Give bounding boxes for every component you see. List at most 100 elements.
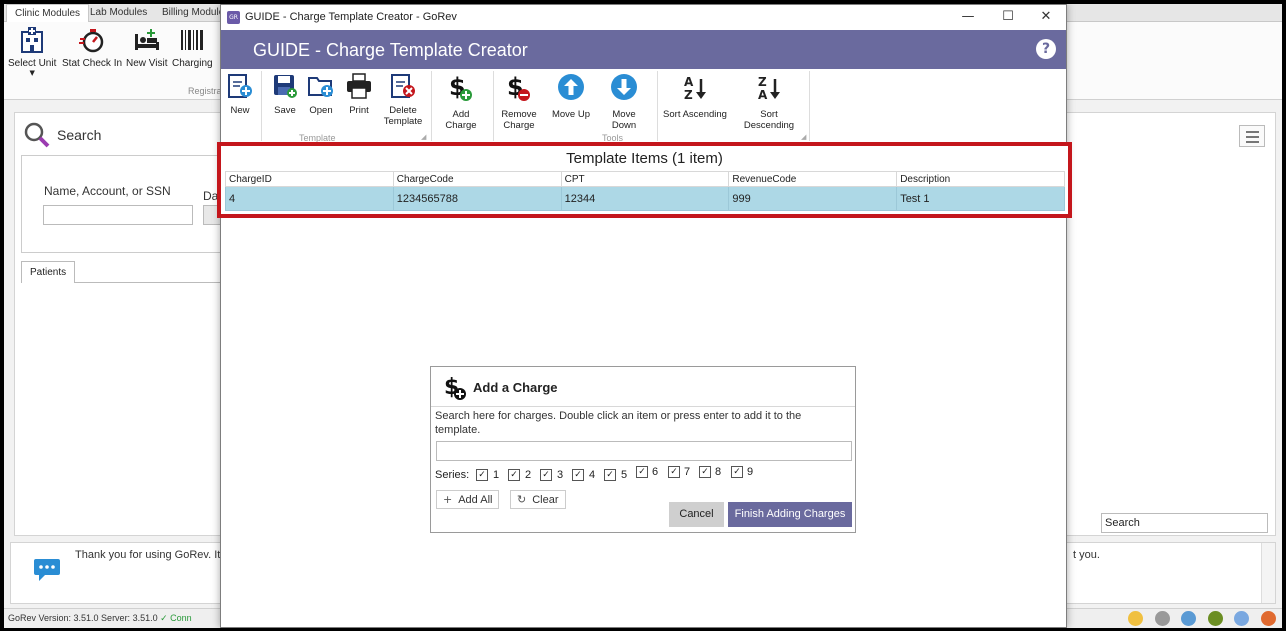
tools-group-launcher-icon[interactable]: ◢ bbox=[801, 133, 806, 141]
patient-search-box: Name, Account, or SSN bbox=[21, 155, 241, 253]
column-header-chargecode[interactable]: ChargeCode bbox=[392, 171, 562, 187]
help-icon[interactable] bbox=[1181, 611, 1197, 626]
remove-charge-button[interactable]: $ Remove Charge bbox=[501, 73, 537, 131]
name-account-ssn-input[interactable] bbox=[43, 205, 193, 225]
hospital-icon bbox=[21, 27, 44, 53]
series-checkbox-4[interactable]: ✓ bbox=[572, 469, 584, 481]
column-header-revenuecode[interactable]: RevenueCode bbox=[728, 171, 898, 187]
sort-ascending-label: Sort Ascending bbox=[663, 109, 727, 120]
right-search-input[interactable] bbox=[1101, 513, 1268, 533]
series-checkbox-3-label: 3 bbox=[557, 469, 564, 481]
minimize-button[interactable]: — bbox=[948, 5, 988, 30]
move-up-label: Move Up bbox=[551, 109, 590, 120]
series-checkbox-6-label: 6 bbox=[652, 466, 659, 478]
svg-text:Z: Z bbox=[758, 75, 767, 89]
series-checkbox-3[interactable]: ✓ bbox=[540, 469, 552, 481]
gear-icon[interactable] bbox=[1154, 611, 1170, 626]
print-button[interactable]: Print bbox=[345, 73, 373, 116]
menu-icon[interactable] bbox=[1239, 125, 1265, 147]
arrow-down-icon bbox=[611, 74, 637, 100]
svg-text:A: A bbox=[758, 88, 768, 102]
select-unit-button[interactable]: Select Unit ▼ bbox=[8, 26, 56, 77]
sort-ascending-icon: AZ bbox=[684, 75, 706, 102]
toolbar-separator bbox=[493, 71, 494, 141]
charge-search-input[interactable] bbox=[436, 441, 852, 461]
arrow-up-icon bbox=[558, 74, 584, 100]
dollar-remove-icon: $ bbox=[507, 73, 530, 101]
add-charge-button[interactable]: $ Add Charge bbox=[436, 73, 486, 131]
sort-descending-button[interactable]: ZA Sort Descending bbox=[735, 73, 803, 131]
save-label: Save bbox=[274, 105, 296, 116]
ribbon-group-label: Registra bbox=[188, 86, 222, 96]
template-items-table: ChargeID ChargeCode CPT RevenueCode Desc… bbox=[225, 171, 1065, 211]
new-button[interactable]: New bbox=[227, 73, 253, 116]
cell-description: Test 1 bbox=[896, 186, 1065, 211]
color-wheel-icon[interactable] bbox=[1261, 611, 1276, 626]
tab-divider bbox=[75, 282, 241, 283]
column-header-chargeid[interactable]: ChargeID bbox=[225, 171, 394, 187]
charging-button[interactable]: Charging bbox=[172, 26, 213, 69]
open-label: Open bbox=[309, 105, 333, 116]
series-checkbox-2[interactable]: ✓ bbox=[508, 469, 520, 481]
chat-icon bbox=[34, 559, 60, 581]
maximize-button[interactable]: ☐ bbox=[988, 5, 1028, 30]
series-checkbox-8-label: 8 bbox=[715, 466, 722, 478]
add-charge-dialog: $ Add a Charge Search here for charges. … bbox=[430, 366, 856, 533]
tab-clinic-modules[interactable]: Clinic Modules bbox=[6, 4, 90, 22]
help-icon[interactable]: ? bbox=[1036, 39, 1056, 59]
save-icon bbox=[274, 75, 297, 98]
template-items-title: Template Items (1 item) bbox=[566, 150, 723, 167]
message-scrollbar[interactable] bbox=[1261, 543, 1275, 603]
move-up-button[interactable]: Move Up bbox=[551, 73, 591, 120]
save-button[interactable]: Save bbox=[271, 73, 299, 116]
close-button[interactable]: ✕ bbox=[1026, 5, 1066, 30]
move-down-button[interactable]: Move Down bbox=[599, 73, 649, 131]
dialog-header: $ Add a Charge bbox=[431, 367, 855, 407]
cancel-button[interactable]: Cancel bbox=[669, 502, 724, 527]
series-checkbox-5[interactable]: ✓ bbox=[604, 469, 616, 481]
series-checkbox-1[interactable]: ✓ bbox=[476, 469, 488, 481]
status-version: GoRev Version: 3.51.0 Server: 3.51.0 ✓ C… bbox=[8, 613, 192, 623]
delete-template-button[interactable]: Delete Template bbox=[381, 73, 425, 127]
delete-label-line2: Template bbox=[383, 116, 423, 127]
star-icon[interactable] bbox=[1234, 611, 1250, 626]
series-checkbox-4-label: 4 bbox=[589, 469, 596, 481]
charge-template-window: GR GUIDE - Charge Template Creator - GoR… bbox=[220, 4, 1067, 628]
series-checkbox-9-label: 9 bbox=[747, 466, 754, 478]
cell-revenuecode: 999 bbox=[728, 186, 898, 211]
series-checkbox-7[interactable]: ✓ bbox=[668, 466, 680, 478]
series-checkbox-9[interactable]: ✓ bbox=[731, 466, 743, 478]
toolbar: New Save Open Print Delete Template Temp… bbox=[221, 69, 1066, 145]
sort-ascending-button[interactable]: AZ Sort Ascending bbox=[663, 73, 727, 120]
tab-patients[interactable]: Patients bbox=[21, 261, 76, 283]
svg-text:A: A bbox=[684, 75, 694, 89]
finish-adding-charges-button[interactable]: Finish Adding Charges bbox=[728, 502, 852, 527]
tab-lab-modules[interactable]: Lab Modules bbox=[82, 4, 155, 22]
header-title: GUIDE - Charge Template Creator bbox=[253, 40, 528, 60]
welcome-message-tail: t you. bbox=[1073, 549, 1100, 561]
table-row[interactable]: 4 1234565788 12344 999 Test 1 bbox=[225, 186, 1065, 211]
move-down-label: Move Down bbox=[611, 109, 637, 131]
series-checkbox-7-label: 7 bbox=[684, 466, 691, 478]
bug-icon[interactable] bbox=[1207, 611, 1223, 626]
series-checkbox-6[interactable]: ✓ bbox=[636, 466, 648, 478]
stat-check-in-button[interactable]: Stat Check In bbox=[62, 26, 122, 69]
new-visit-label: New Visit bbox=[126, 58, 168, 69]
add-all-button[interactable]: + Add All bbox=[436, 490, 500, 509]
series-checkbox-8[interactable]: ✓ bbox=[699, 466, 711, 478]
new-visit-button[interactable]: New Visit bbox=[126, 26, 168, 69]
svg-text:Z: Z bbox=[684, 88, 693, 102]
column-header-cpt[interactable]: CPT bbox=[560, 171, 730, 187]
open-button[interactable]: Open bbox=[307, 73, 335, 116]
window-title: GUIDE - Charge Template Creator - GoRev bbox=[245, 11, 457, 23]
new-document-icon bbox=[228, 74, 252, 98]
column-header-description[interactable]: Description bbox=[896, 171, 1065, 187]
cell-cpt: 12344 bbox=[560, 186, 730, 211]
new-label: New bbox=[230, 105, 250, 116]
remove-label-line1: Remove bbox=[501, 109, 537, 120]
clear-button[interactable]: ↻ Clear bbox=[510, 490, 566, 509]
template-group-launcher-icon[interactable]: ◢ bbox=[421, 133, 426, 141]
cell-chargecode: 1234565788 bbox=[392, 186, 562, 211]
sort-descending-label: Sort Descending bbox=[743, 109, 795, 131]
notes-icon[interactable] bbox=[1128, 611, 1144, 626]
